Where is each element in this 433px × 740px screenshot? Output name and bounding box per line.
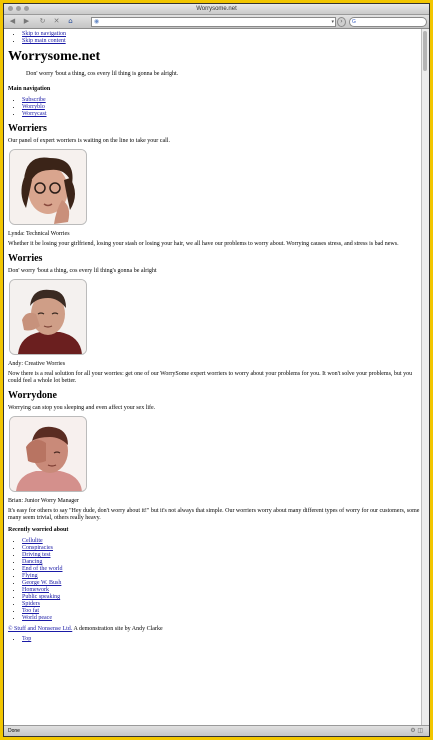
window-title: Worrysome.net: [196, 6, 237, 12]
site-icon: ◉: [94, 19, 100, 25]
recent-item[interactable]: Driving test: [22, 552, 51, 558]
nav-item-worrycast[interactable]: Worrycast: [22, 111, 47, 117]
recent-item[interactable]: Too fat: [22, 608, 39, 614]
skip-links: Skip to navigation Skip main content: [4, 31, 422, 45]
search-input[interactable]: G: [349, 17, 427, 27]
worrydone-heading: Worrydone: [8, 390, 57, 401]
site-tagline: Don' worry 'bout a thing, cos every lil …: [26, 71, 179, 77]
worrier-caption-lynda: Lynda: Technical Worries: [8, 231, 70, 237]
browser-toolbar: ◀ ▶ ↻ ✕ ⌂ ◉ ▾ › G: [4, 15, 429, 29]
main-nav: Subscribe Worryblo Worrycast: [4, 97, 422, 118]
skip-to-navigation-link[interactable]: Skip to navigation: [22, 31, 66, 37]
worries-body: Now there is a real solution for all you…: [8, 371, 413, 384]
status-icons: ⚙ ◫: [410, 726, 423, 736]
worriers-intro: Our panel of expert worriers is waiting …: [8, 138, 170, 144]
recent-item[interactable]: World peace: [22, 615, 52, 621]
nav-item-worryblo[interactable]: Worryblo: [22, 104, 45, 110]
page-content: Skip to navigation Skip main content Wor…: [4, 29, 422, 725]
top-link[interactable]: Top: [22, 636, 31, 642]
address-bar[interactable]: ◉ ▾: [91, 17, 336, 27]
recent-item[interactable]: Dancing: [22, 559, 42, 565]
title-bar: Worrysome.net: [4, 4, 429, 15]
status-text: Done: [8, 728, 20, 734]
go-button[interactable]: ›: [337, 17, 346, 27]
skip-main-content-link[interactable]: Skip main content: [22, 38, 66, 44]
worrier-caption-andy: Andy: Creative Worries: [8, 361, 66, 367]
portrait-image: [10, 150, 86, 224]
search-engine-icon: G: [352, 19, 356, 25]
worrydone-intro: Worrying can stop you sleeping and even …: [8, 405, 156, 411]
recent-item[interactable]: Homework: [22, 587, 49, 593]
back-icon[interactable]: ◀: [8, 17, 17, 26]
vertical-scrollbar[interactable]: [421, 29, 429, 725]
main-nav-heading: Main navigation: [8, 86, 51, 92]
recent-item[interactable]: Public speaking: [22, 594, 60, 600]
worrier-caption-brian: Brian: Junior Worry Manager: [8, 498, 79, 504]
site-title: Worrysome.net: [8, 49, 101, 64]
security-icon: ◫: [417, 728, 423, 734]
worries-heading: Worries: [8, 253, 43, 264]
recent-item[interactable]: Flying: [22, 573, 38, 579]
footer: © Stuff and Nonsense Ltd. A demonstratio…: [8, 626, 422, 633]
status-bar: Done ⚙ ◫: [4, 725, 429, 736]
home-icon[interactable]: ⌂: [66, 17, 75, 26]
nav-item-subscribe[interactable]: Subscribe: [22, 97, 46, 103]
reload-icon[interactable]: ↻: [38, 17, 47, 26]
worriers-body: Whether it be losing your girlfriend, lo…: [8, 241, 399, 247]
recent-item[interactable]: Conspiracies: [22, 545, 53, 551]
recent-item[interactable]: George W. Bush: [22, 580, 61, 586]
stop-icon[interactable]: ✕: [52, 17, 61, 26]
worriers-heading: Worriers: [8, 123, 47, 134]
footer-credit: A demonstration site by Andy Clarke: [72, 626, 163, 632]
worrier-photo-andy: [9, 279, 87, 355]
browser-window: Worrysome.net ◀ ▶ ↻ ✕ ⌂ ◉ ▾ › G Skip to …: [3, 3, 430, 737]
recent-item[interactable]: Cellulite: [22, 538, 43, 544]
worries-intro: Don' worry 'bout a thing, cos every lil …: [8, 268, 157, 274]
recent-heading: Recently worried about: [8, 527, 69, 533]
chevron-down-icon[interactable]: ▾: [331, 18, 334, 26]
forward-icon[interactable]: ▶: [22, 17, 31, 26]
footer-links: Top: [4, 636, 422, 643]
recent-item[interactable]: End of the world: [22, 566, 63, 572]
worrier-photo-lynda: [9, 149, 87, 225]
portrait-image: [10, 280, 86, 354]
recent-list: Cellulite Conspiracies Driving test Danc…: [4, 538, 422, 622]
settings-icon[interactable]: ⚙: [410, 728, 415, 734]
portrait-image: [10, 417, 86, 491]
worrier-photo-brian: [9, 416, 87, 492]
worrydone-body: It's easy for others to say "Hey dude, d…: [8, 508, 420, 521]
copyright-link[interactable]: © Stuff and Nonsense Ltd.: [8, 626, 72, 632]
scrollbar-thumb[interactable]: [423, 31, 427, 71]
recent-item[interactable]: Spiders: [22, 601, 40, 607]
